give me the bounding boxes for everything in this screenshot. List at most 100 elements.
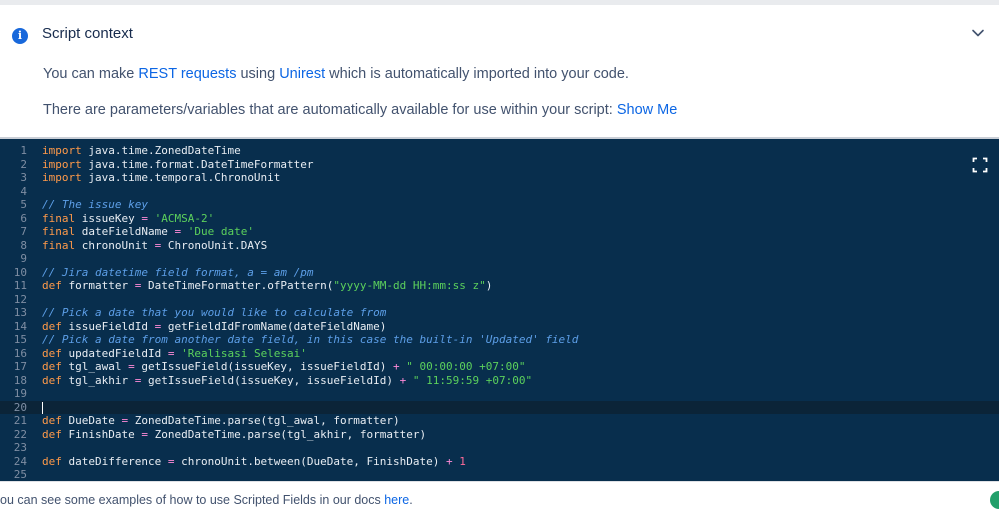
code-line[interactable]: 4 (0, 185, 999, 199)
chevron-down-icon[interactable] (970, 25, 986, 41)
code-token: final (42, 211, 76, 225)
show-me-link[interactable]: Show Me (617, 102, 677, 118)
code-line[interactable]: 24 def dateDifference = chronoUnit.betwee… (0, 455, 999, 469)
code-line[interactable]: 16 def updatedFieldId = 'Realisasi Selesa… (0, 347, 999, 361)
info-text: using (236, 66, 280, 82)
code-line[interactable]: 7 final dateFieldName = 'Due date' (0, 225, 999, 239)
code-line[interactable]: 3 import java.time.temporal.ChronoUnit (0, 171, 999, 185)
code-line[interactable]: 15 // Pick a date from another date field… (0, 333, 999, 347)
footer-text: ou can see some examples of how to use S… (0, 493, 385, 507)
code-token: chronoUnit (75, 238, 155, 252)
code-line[interactable]: 1 import java.time.ZonedDateTime (0, 144, 999, 158)
line-number: 4 (20, 184, 27, 198)
code-text: def DueDate = ZonedDateTime.parse(tgl_aw… (42, 414, 400, 428)
line-number: 23 (13, 441, 27, 454)
code-token: ZonedDateTime.parse(tgl_awal, formatter) (128, 414, 400, 427)
line-number: 2 (20, 157, 27, 171)
code-line[interactable]: 12 (0, 293, 999, 307)
line-number: 7 (20, 225, 27, 238)
code-token: getFieldIdFromName(dateFieldName) (161, 319, 387, 333)
line-number: 12 (13, 292, 27, 306)
code-line[interactable]: 8 final chronoUnit = ChronoUnit.DAYS (0, 239, 999, 253)
rest-requests-info: You can make REST requests using Unirest… (43, 65, 629, 83)
code-text: import java.time.temporal.ChronoUnit (42, 171, 280, 185)
code-token: formatter (61, 279, 135, 292)
status-dot[interactable] (990, 491, 999, 509)
code-token: getIssueField(issueKey, issueFieldId) (141, 373, 400, 387)
line-number: 24 (13, 454, 27, 468)
code-line[interactable]: 17 def tgl_awal = getIssueField(issueKey,… (0, 360, 999, 374)
code-line[interactable]: 13 // Pick a date that you would like to … (0, 306, 999, 320)
code-line[interactable]: 2 import java.time.format.DateTimeFormatt… (0, 158, 999, 172)
info-text: There are parameters/variables that are … (43, 102, 617, 118)
code-token: + (393, 360, 400, 373)
code-token: def (42, 427, 62, 441)
line-number: 10 (13, 265, 27, 279)
line-number: 15 (13, 333, 27, 346)
code-text: import java.time.format.DateTimeFormatte… (42, 158, 314, 172)
line-number: 20 (13, 400, 27, 414)
code-text: // Jira datetime field format, a = am /p… (42, 266, 314, 280)
code-token: DueDate (61, 414, 122, 427)
code-token: chronoUnit.between(DueDate, FinishDate) (174, 454, 446, 468)
code-token: ) (485, 279, 493, 292)
code-line[interactable]: 10 // Jira datetime field format, a = am … (0, 266, 999, 280)
docs-here-link[interactable]: here (384, 493, 409, 507)
code-token: tgl_awal (61, 360, 129, 373)
code-token: // The issue key (42, 198, 148, 211)
code-line[interactable]: 14 def issueFieldId = getFieldIdFromName(… (0, 320, 999, 334)
script-context-panel: i Script context You can make REST reque… (0, 5, 999, 137)
code-line[interactable]: 11 def formatter = DateTimeFormatter.ofPa… (0, 279, 999, 293)
code-token: final (42, 225, 76, 238)
code-token: " 11:59:59 +07:00" (412, 373, 533, 387)
code-token: java.time.ZonedDateTime (81, 144, 241, 157)
code-token: def (42, 279, 62, 292)
code-line[interactable]: 5 // The issue key (0, 198, 999, 212)
unirest-link[interactable]: Unirest (279, 66, 325, 82)
code-token: "yyyy-MM-dd HH:mm:ss z" (333, 279, 486, 292)
code-token: FinishDate (61, 427, 142, 441)
line-number: 25 (13, 468, 27, 481)
code-token: def (42, 454, 62, 468)
code-text: // Pick a date from another date field, … (42, 333, 578, 347)
code-line[interactable]: 19 (0, 387, 999, 401)
code-token: // Jira datetime field format, a = am /p… (42, 265, 314, 279)
line-number: 21 (13, 414, 27, 427)
code-token: def (42, 414, 62, 427)
code-token: 'Realisasi Selesai' (181, 346, 307, 360)
code-token: import (42, 144, 82, 157)
code-line[interactable]: 9 (0, 252, 999, 266)
code-line[interactable]: 18 def tgl_akhir = getIssueField(issueKey… (0, 374, 999, 388)
code-text: def FinishDate = ZonedDateTime.parse(tgl… (42, 428, 426, 442)
line-number: 17 (13, 360, 27, 373)
code-token: DateTimeFormatter.ofPattern( (141, 279, 334, 292)
code-line[interactable]: 22 def FinishDate = ZonedDateTime.parse(t… (0, 428, 999, 442)
code-token: issueFieldId (61, 319, 155, 333)
code-line[interactable]: 20 (0, 400, 999, 414)
line-number: 11 (13, 279, 27, 292)
code-token: = (141, 211, 148, 225)
line-number: 22 (13, 427, 27, 441)
docs-footer: ou can see some examples of how to use S… (0, 493, 413, 508)
code-token: def (42, 319, 62, 333)
info-text: You can make (43, 66, 139, 82)
code-text: final dateFieldName = 'Due date' (42, 225, 254, 239)
code-line[interactable]: 6 final issueKey = 'ACMSA-2' (0, 212, 999, 226)
rest-requests-link[interactable]: REST requests (138, 66, 236, 82)
parameters-info: There are parameters/variables that are … (43, 101, 677, 119)
code-token: import (42, 157, 82, 171)
code-editor[interactable]: 1 import java.time.ZonedDateTime 2 import j… (0, 139, 999, 481)
code-line[interactable]: 21 def DueDate = ZonedDateTime.parse(tgl_… (0, 414, 999, 428)
line-number: 14 (13, 319, 27, 333)
code-token: issueKey (75, 211, 142, 225)
line-number: 8 (20, 238, 27, 252)
code-line[interactable]: 25 (0, 468, 999, 481)
code-text: // Pick a date that you would like to ca… (42, 306, 386, 320)
footer-text-end: . (409, 493, 413, 507)
script-context-title[interactable]: Script context (42, 25, 133, 43)
code-line[interactable]: 23 (0, 441, 999, 455)
code-token: + (446, 454, 453, 468)
